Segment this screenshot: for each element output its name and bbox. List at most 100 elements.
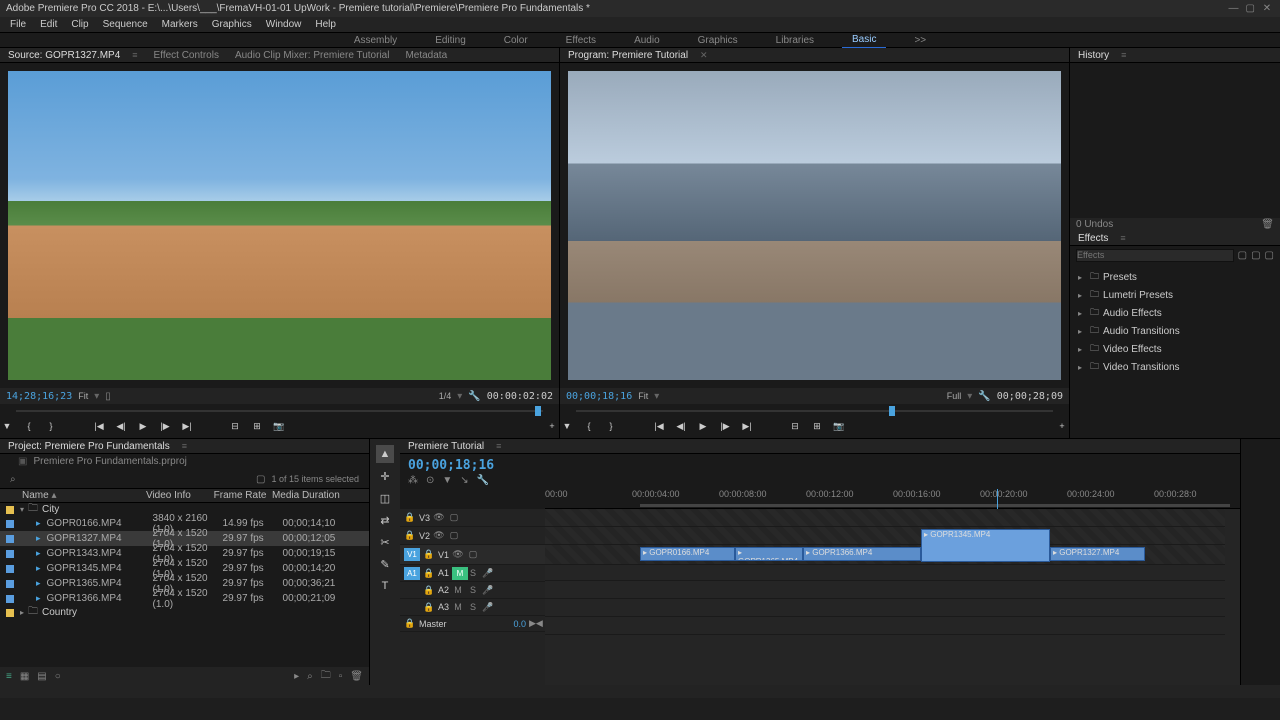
tool-6[interactable]: T [376, 577, 394, 595]
tracks-area[interactable]: ▸ GOPR0166.MP4▸ GOPR1365.MP4▸ GOPR1366.M… [545, 509, 1240, 685]
tab-program[interactable]: Program: Premiere Tutorial [566, 50, 694, 61]
list-view-button[interactable]: ≡ [6, 671, 12, 682]
timeline-clip[interactable]: ▸ GOPR1366.MP4 [803, 547, 921, 561]
col-name[interactable]: Name ▴ [22, 490, 144, 501]
source-scrubber[interactable] [6, 404, 553, 418]
timeline-clip[interactable]: ▸ GOPR0166.MP4 [640, 547, 735, 561]
track-head-a3[interactable]: 🔒A3MS🎤 [400, 599, 545, 616]
wrench-icon[interactable]: 🔧 [978, 391, 990, 402]
search-icon[interactable]: ⌕ [10, 474, 16, 485]
track-lane-master[interactable] [545, 617, 1225, 635]
new-item-button[interactable]: ▫ [339, 671, 343, 682]
effects-folder[interactable]: ▸🗀Lumetri Presets [1078, 286, 1272, 304]
step-back-button[interactable]: ◀| [114, 421, 128, 435]
automate-icon[interactable]: ▸ [294, 671, 299, 682]
menu-sequence[interactable]: Sequence [97, 19, 154, 30]
source-tab-3[interactable]: Metadata [403, 50, 453, 61]
workspace-color[interactable]: Color [494, 33, 538, 48]
fx-badge-icon[interactable]: ▢ [1251, 250, 1260, 261]
export-frame-button[interactable]: 📷 [832, 421, 846, 435]
export-frame-button[interactable]: 📷 [272, 421, 286, 435]
trash-icon[interactable]: 🗑 [350, 671, 363, 682]
add-marker-button[interactable]: ▼ [0, 421, 14, 435]
wrench-icon[interactable]: 🔧 [477, 475, 489, 486]
out-button[interactable]: } [44, 421, 58, 435]
menu-clip[interactable]: Clip [65, 19, 94, 30]
tab-project[interactable]: Project: Premiere Pro Fundamentals [6, 441, 176, 452]
tab-effects[interactable]: Effects [1076, 233, 1114, 244]
source-tab-0[interactable]: Source: GOPR1327.MP4 [6, 50, 126, 61]
extract-button[interactable]: ⊞ [810, 421, 824, 435]
workspace-basic[interactable]: Basic [842, 32, 886, 48]
tool-4[interactable]: ✂ [376, 533, 394, 551]
effects-folder[interactable]: ▸🗀Video Effects [1078, 340, 1272, 358]
workspace-libraries[interactable]: Libraries [766, 33, 824, 48]
timeline-clip[interactable]: ▸ GOPR1345.MP4 [921, 529, 1050, 562]
workspace-effects[interactable]: Effects [556, 33, 606, 48]
workspace-assembly[interactable]: Assembly [344, 33, 407, 48]
zoom-slider[interactable]: ○ [55, 671, 61, 682]
minimize-icon[interactable]: — [1226, 0, 1240, 17]
fx-badge-icon[interactable]: ▢ [1265, 250, 1274, 261]
new-bin-button[interactable]: 🗀 [321, 668, 331, 685]
source-fit[interactable]: Fit [78, 391, 88, 401]
snap-icon[interactable]: ⁂ [408, 475, 418, 486]
track-lane-a3[interactable] [545, 599, 1225, 617]
overwrite-button[interactable]: ⊞ [250, 421, 264, 435]
track-lane-v3[interactable] [545, 509, 1225, 527]
step-back-button[interactable]: ◀| [674, 421, 688, 435]
close-icon[interactable]: ≡ [1118, 233, 1131, 243]
source-tab-1[interactable]: Effect Controls [152, 50, 225, 61]
add-button[interactable]: + [1055, 421, 1069, 435]
program-scrubber[interactable] [566, 404, 1063, 418]
source-monitor[interactable] [8, 71, 551, 380]
program-res[interactable]: Full [947, 391, 962, 401]
wrench-icon[interactable]: 🔧 [468, 391, 480, 402]
find-icon[interactable]: ⌕ [307, 671, 313, 682]
workspace-overflow[interactable]: >> [904, 33, 936, 48]
workspace-editing[interactable]: Editing [425, 33, 476, 48]
menu-window[interactable]: Window [260, 19, 308, 30]
marker-icon[interactable]: ▯ [105, 391, 111, 402]
menu-edit[interactable]: Edit [34, 19, 63, 30]
insert-button[interactable]: ⊟ [228, 421, 242, 435]
source-tab-2[interactable]: Audio Clip Mixer: Premiere Tutorial [233, 50, 396, 61]
program-tc[interactable]: 00;00;18;16 [566, 391, 632, 402]
track-lane-a1[interactable] [545, 563, 1225, 581]
tool-1[interactable]: ✛ [376, 467, 394, 485]
settings-icon[interactable]: ↘ [460, 475, 468, 486]
tab-menu-icon[interactable]: ≡ [130, 50, 143, 60]
close-icon[interactable]: ✕ [698, 50, 714, 61]
markers-icon[interactable]: ▼ [442, 475, 452, 486]
effects-folder[interactable]: ▸🗀Audio Effects [1078, 304, 1272, 322]
timeline-timecode[interactable]: 00;00;18;16 [408, 458, 1232, 473]
effects-folder[interactable]: ▸🗀Audio Transitions [1078, 322, 1272, 340]
clip-row[interactable]: ▸GOPR1366.MP42704 x 1520 (1.0)29.97 fps0… [0, 591, 369, 606]
icon-view-button[interactable]: ▦ [20, 671, 29, 682]
trash-icon[interactable]: 🗑 [1261, 219, 1274, 230]
freeform-view-button[interactable]: ▤ [37, 671, 46, 682]
close-icon[interactable]: ≡ [1119, 50, 1132, 60]
maximize-icon[interactable]: ▢ [1243, 0, 1257, 17]
timeline-ruler[interactable]: 00:0000:00:04:0000:00:08:0000:00:12:0000… [545, 489, 1240, 509]
program-monitor[interactable] [568, 71, 1061, 380]
track-head-a1[interactable]: A1🔒A1MS🎤 [400, 565, 545, 582]
tool-0[interactable]: ▲ [376, 445, 394, 463]
track-head-v3[interactable]: 🔒V3👁▢ [400, 509, 545, 527]
play-button[interactable]: ▶ [136, 421, 150, 435]
track-head-a2[interactable]: 🔒A2MS🎤 [400, 582, 545, 599]
program-fit[interactable]: Fit [638, 391, 648, 401]
tool-5[interactable]: ✎ [376, 555, 394, 573]
linked-sel-icon[interactable]: ⊙ [426, 475, 434, 486]
step-fwd-button[interactable]: |▶ [158, 421, 172, 435]
source-tc-in[interactable]: 14;28;16;23 [6, 391, 72, 402]
source-zoom[interactable]: 1/4 [439, 391, 452, 401]
add-marker-button[interactable]: ▼ [560, 421, 574, 435]
play-button[interactable]: ▶ [696, 421, 710, 435]
close-icon[interactable]: ≡ [180, 441, 193, 451]
step-fwd-button[interactable]: |▶ [718, 421, 732, 435]
track-lane-v2[interactable] [545, 527, 1225, 545]
track-head-v1[interactable]: V1🔒V1👁▢ [400, 545, 545, 565]
tool-2[interactable]: ◫ [376, 489, 394, 507]
effects-folder[interactable]: ▸🗀Presets [1078, 268, 1272, 286]
